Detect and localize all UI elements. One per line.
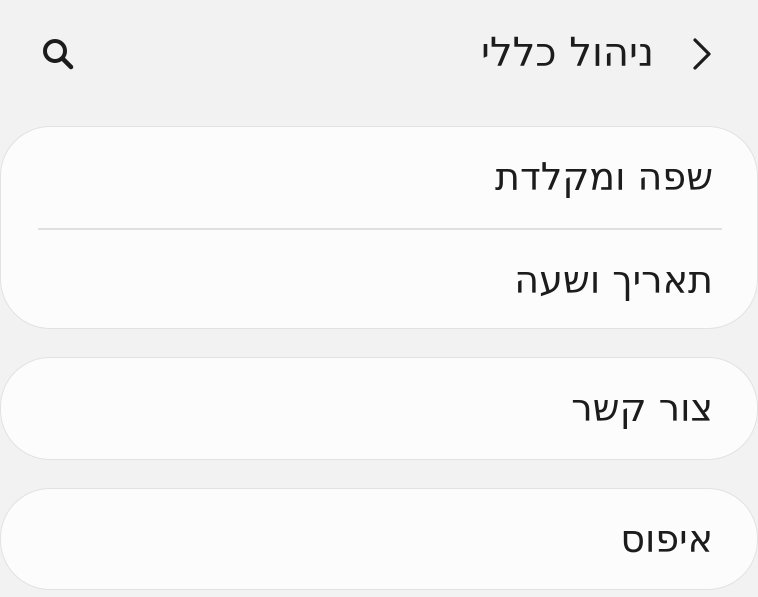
general-management-screen: ניהול כללי שפה ומקלדת תאריך ושעה צור קשר…	[0, 0, 758, 597]
settings-group-reset: איפוס	[0, 488, 758, 590]
search-button[interactable]	[36, 32, 80, 76]
search-icon	[43, 39, 74, 70]
list-item-label: צור קשר	[571, 386, 713, 430]
back-button[interactable]	[676, 30, 726, 78]
list-item-language-keyboard[interactable]: שפה ומקלדת	[1, 127, 757, 228]
page-title: ניהול כללי	[480, 30, 654, 76]
list-item-contact-us[interactable]: צור קשר	[1, 358, 757, 459]
list-item-label: שפה ומקלדת	[495, 155, 713, 199]
list-item-label: תאריך ושעה	[514, 258, 713, 302]
settings-group-language-time: שפה ומקלדת תאריך ושעה	[0, 126, 758, 329]
list-item-date-time[interactable]: תאריך ושעה	[1, 230, 757, 328]
list-item-reset[interactable]: איפוס	[1, 489, 757, 589]
settings-group-contact: צור קשר	[0, 357, 758, 460]
app-bar: ניהול כללי	[0, 0, 758, 106]
chevron-right-icon	[693, 38, 711, 70]
list-item-label: איפוס	[620, 517, 713, 561]
